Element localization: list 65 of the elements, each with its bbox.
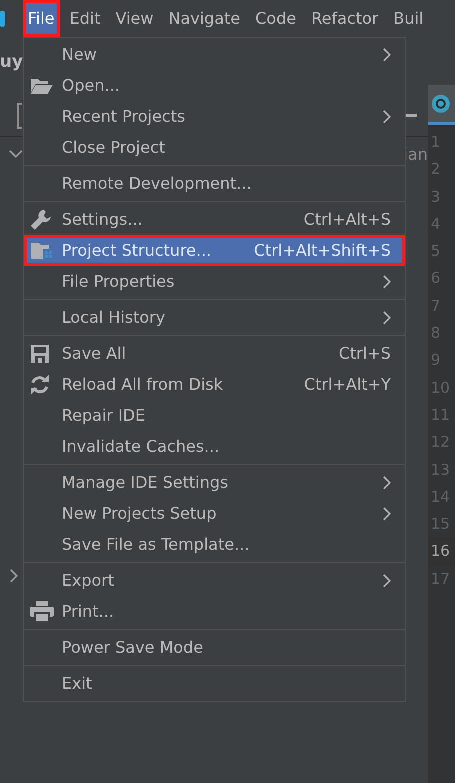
menu-item[interactable]: Invalidate Caches... [24, 431, 405, 462]
menu-item[interactable]: Remote Development... [24, 168, 405, 199]
menu-bar-item[interactable]: Buil [388, 0, 429, 37]
menu-item-label: Invalidate Caches... [62, 436, 221, 458]
reload-icon [30, 374, 50, 394]
menu-item-label: Close Project [62, 136, 166, 158]
menu-item-label: Exit [62, 672, 94, 694]
menu-item-label: Manage IDE Settings [62, 472, 230, 494]
menu-item-label: Save All [62, 342, 128, 364]
menu-item-label: New [62, 44, 98, 66]
shortcut-text: Ctrl+S [338, 342, 391, 364]
chevron-right-icon[interactable] [10, 569, 18, 583]
menu-item-label: Power Save Mode [62, 636, 204, 658]
folder-icon [30, 76, 54, 94]
menu-item[interactable]: Export [24, 565, 405, 596]
menu-item[interactable]: New Projects Setup [24, 498, 405, 529]
menu-item-label: Settings... [62, 208, 144, 230]
menu-item[interactable]: Manage IDE Settings [24, 467, 405, 498]
shortcut-text: Ctrl+Alt+Shift+S [254, 240, 391, 262]
menu-item[interactable]: Settings... Ctrl+Alt+S [24, 204, 405, 235]
menu-item-label: Save File as Template... [62, 534, 251, 556]
save-icon [30, 344, 50, 364]
menu-item-label: Project Structure... [62, 240, 213, 262]
menu-item[interactable]: Recent Projects [24, 101, 405, 132]
toolbar-icon[interactable] [17, 102, 23, 128]
menu-item-label: Export [62, 570, 116, 592]
editor-tab[interactable] [428, 85, 455, 125]
menu-item[interactable]: Print... [24, 596, 405, 627]
menu-bar-item[interactable]: View [110, 0, 159, 37]
menu-item[interactable]: Close Project [24, 132, 405, 163]
menu-item[interactable]: Exit [24, 668, 405, 699]
menu-item[interactable]: Power Save Mode [24, 632, 405, 663]
menu-item-label: Repair IDE [62, 404, 146, 426]
project-title: uy [0, 51, 24, 74]
wrench-icon [30, 208, 52, 230]
menu-item-label: Reload All from Disk [62, 374, 224, 396]
menu-item-label: New Projects Setup [62, 502, 218, 524]
menu-item[interactable]: Local History [24, 302, 405, 333]
menu-bar-item[interactable]: File [23, 0, 60, 37]
menu-item[interactable]: File Properties [24, 266, 405, 297]
minimize-icon[interactable] [405, 114, 417, 118]
class-icon [431, 94, 451, 114]
menu-item-label: Recent Projects [62, 106, 186, 128]
menu-item[interactable]: Repair IDE [24, 400, 405, 431]
menu-item[interactable]: Save All Ctrl+S [24, 338, 405, 369]
menu-item[interactable]: Project Structure... Ctrl+Alt+Shift+S [24, 235, 405, 266]
menu-item-label: Local History [62, 306, 166, 328]
menu-item-label: File Properties [62, 270, 176, 292]
menu-bar-item[interactable]: Navigate [164, 0, 246, 37]
printer-icon [30, 600, 54, 622]
app-logo-icon[interactable] [0, 8, 6, 28]
menu-item-label: Print... [62, 600, 116, 622]
menu-bar-item[interactable]: Edit [64, 0, 106, 37]
shortcut-text: Ctrl+Alt+S [304, 208, 391, 230]
menu-bar-item[interactable]: Code [250, 0, 302, 37]
menu-item[interactable]: Reload All from Disk Ctrl+Alt+Y [24, 369, 405, 400]
folder-grid-icon [30, 242, 54, 260]
menu-item[interactable]: New [24, 39, 405, 70]
menu-bar-item[interactable]: Refactor [306, 0, 384, 37]
shortcut-text: Ctrl+Alt+Y [304, 374, 391, 396]
chevron-down-icon[interactable] [9, 150, 23, 159]
menu-item-label: Open... [62, 74, 121, 96]
menu-item[interactable]: Save File as Template... [24, 529, 405, 560]
menu-item[interactable]: Open... [24, 70, 405, 101]
menu-item-label: Remote Development... [62, 172, 253, 194]
